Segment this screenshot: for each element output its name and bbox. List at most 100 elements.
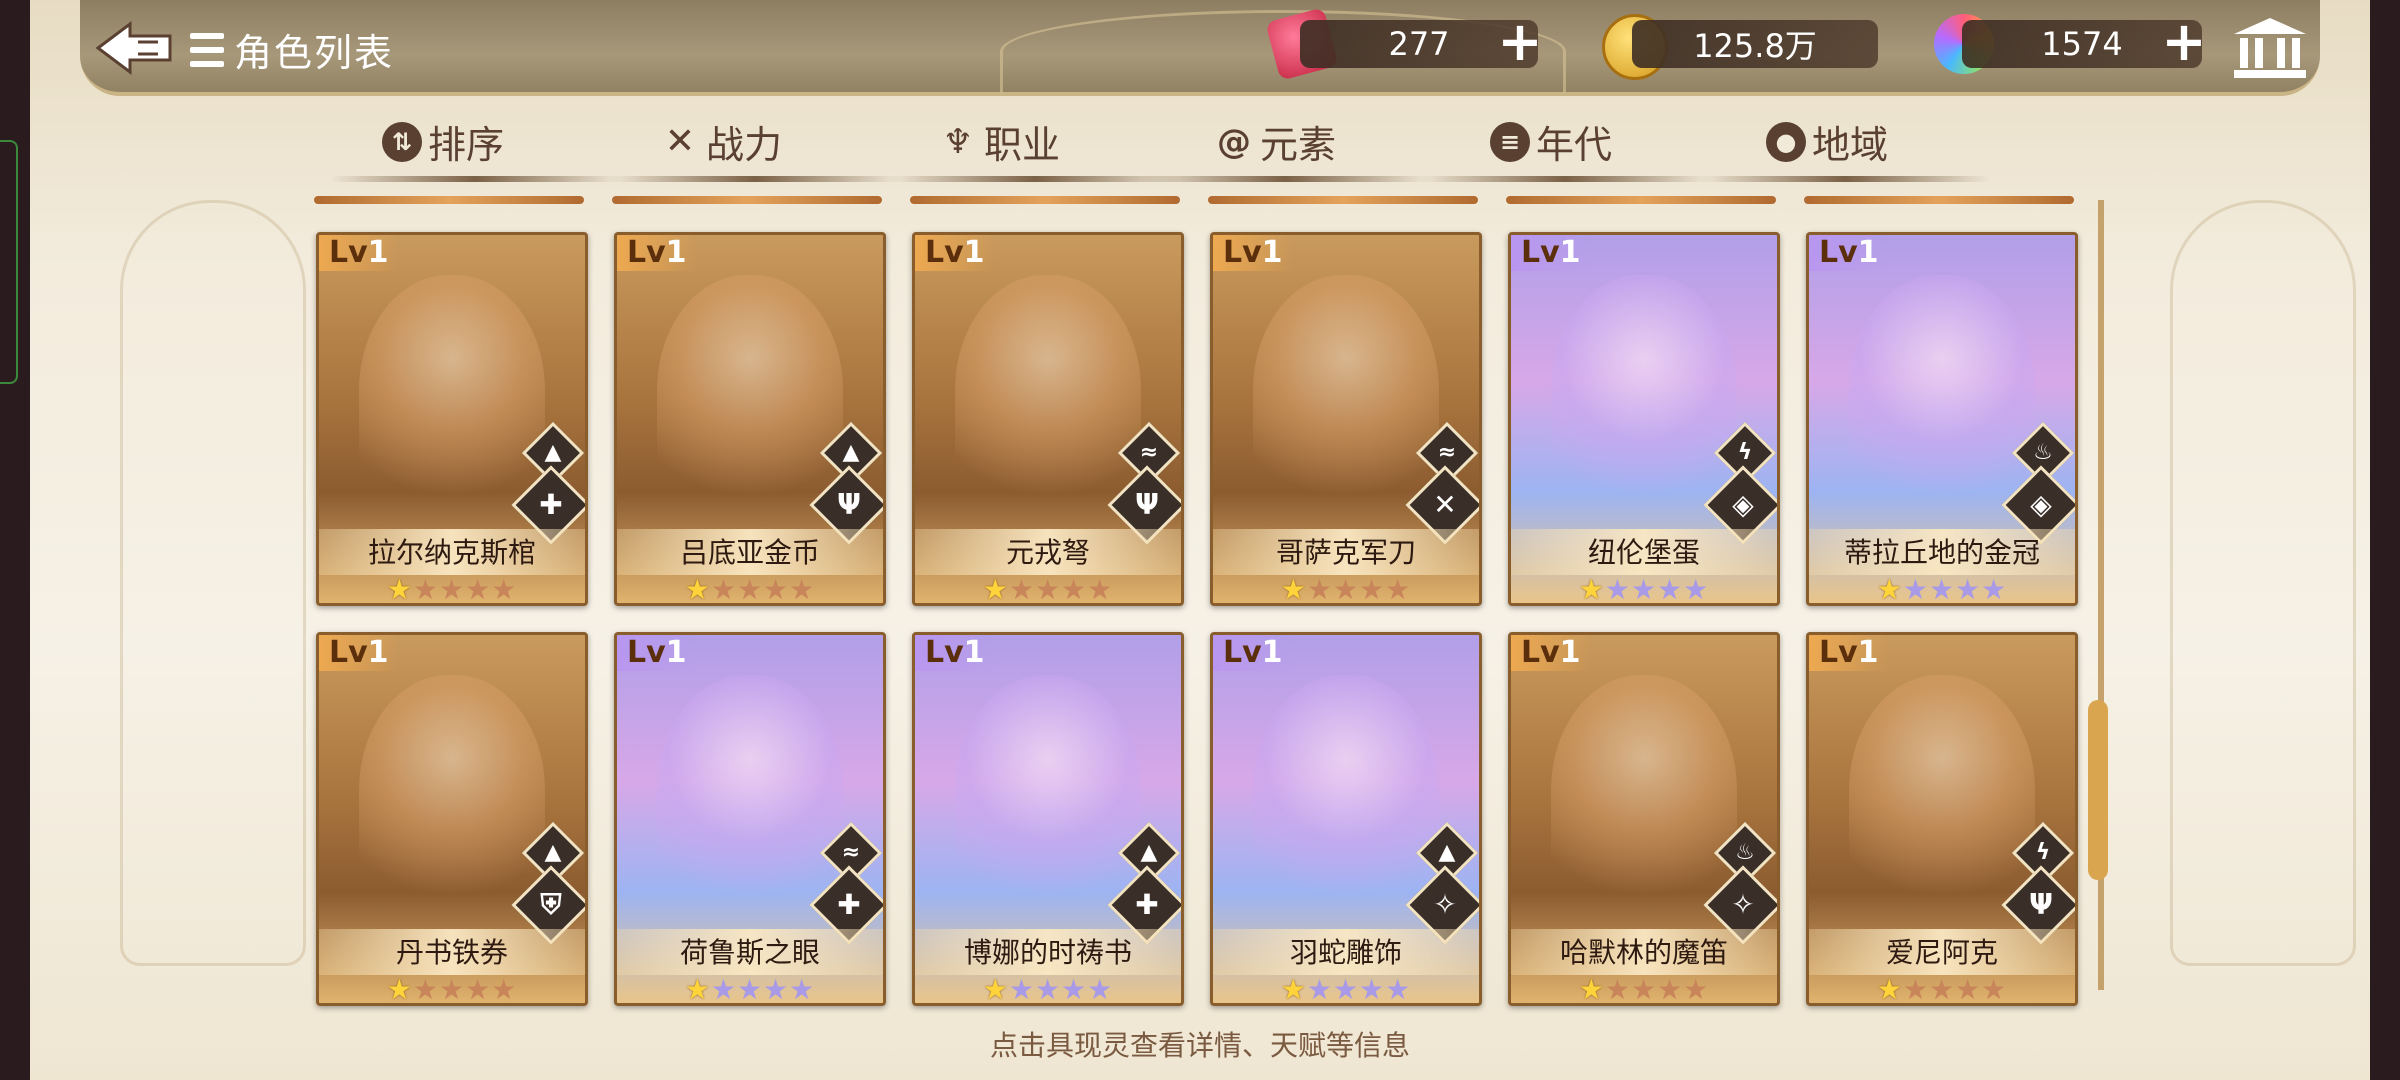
level-label: Lv1: [1809, 235, 1889, 271]
add-gem-button[interactable]: +: [2160, 15, 2208, 69]
tab-element[interactable]: @ 元素: [1214, 114, 1336, 169]
star-empty-icon: ★: [1630, 973, 1658, 1006]
gold-counter: 125.8万: [1632, 20, 1878, 68]
tab-power[interactable]: ✕ 战力: [660, 114, 782, 169]
star-empty-icon: ★: [1683, 973, 1710, 1006]
star-empty-icon: ★: [1359, 973, 1386, 1006]
star-empty-icon: ★: [1061, 973, 1088, 1006]
character-portrait: [359, 675, 545, 915]
level-label: Lv1: [1809, 635, 1889, 671]
level-label: Lv1: [915, 235, 995, 271]
level-label: Lv1: [319, 235, 399, 271]
page-title: 角色列表: [234, 31, 395, 75]
star-empty-icon: ★: [1332, 973, 1360, 1006]
rarity-stars: ★★★★★: [617, 973, 883, 1006]
character-card[interactable]: Lv1 ♨ ◈ 蒂拉丘地的金冠 ★★★★★: [1806, 232, 2078, 606]
rarity-stars: ★★★★★: [1511, 573, 1777, 606]
tab-label: 地域: [1812, 123, 1889, 167]
decorative-pillar-left: [120, 200, 306, 966]
level-label: Lv1: [915, 635, 995, 671]
character-portrait: [1551, 675, 1737, 915]
character-card[interactable]: Lv1 ϟ Ψ 爱尼阿克 ★★★★★: [1806, 632, 2078, 1006]
level-prefix: Lv: [1819, 635, 1858, 670]
star-empty-icon: ★: [763, 973, 790, 1006]
back-button[interactable]: [92, 18, 176, 78]
card-edge: [1804, 196, 2074, 204]
card-edge: [1506, 196, 1776, 204]
character-portrait: [955, 275, 1141, 515]
level-prefix: Lv: [627, 235, 666, 270]
bank-button[interactable]: [2232, 16, 2308, 80]
character-portrait: [1253, 275, 1439, 515]
character-card[interactable]: Lv1 ≈ ✕ 哥萨克军刀 ★★★★★: [1210, 232, 1482, 606]
tab-region[interactable]: ● 地域: [1766, 114, 1888, 169]
star-filled-icon: ★: [1280, 573, 1307, 606]
tab-sort[interactable]: ⇅ 排序: [382, 114, 504, 169]
tab-underline: [890, 176, 1180, 182]
tab-era[interactable]: ≡ 年代: [1490, 114, 1612, 169]
character-card[interactable]: Lv1 ▲ ✧ 羽蛇雕饰 ★★★★★: [1210, 632, 1482, 1006]
star-empty-icon: ★: [1008, 973, 1035, 1006]
character-portrait: [955, 675, 1141, 915]
gold-value: 125.8万: [1693, 27, 1817, 65]
star-empty-icon: ★: [438, 973, 466, 1006]
star-empty-icon: ★: [1087, 973, 1114, 1006]
star-empty-icon: ★: [1332, 573, 1360, 606]
character-card[interactable]: Lv1 ▲ ✚ 博娜的时祷书 ★★★★★: [912, 632, 1184, 1006]
character-card[interactable]: Lv1 ϟ ◈ 纽伦堡蛋 ★★★★★: [1508, 232, 1780, 606]
star-empty-icon: ★: [1981, 573, 2008, 606]
level-prefix: Lv: [329, 235, 368, 270]
tab-label: 年代: [1536, 123, 1613, 167]
star-empty-icon: ★: [1955, 573, 1982, 606]
character-card[interactable]: Lv1 ≈ Ψ 元戎弩 ★★★★★: [912, 232, 1184, 606]
character-card[interactable]: Lv1 ▲ ⛨ 丹书铁券 ★★★★★: [316, 632, 588, 1006]
level-label: Lv1: [617, 235, 697, 271]
rarity-stars: ★★★★★: [319, 573, 585, 606]
add-stamina-button[interactable]: +: [1496, 15, 1544, 69]
star-empty-icon: ★: [412, 973, 439, 1006]
stamina-counter: 277 +: [1300, 15, 1543, 69]
star-empty-icon: ★: [1928, 573, 1956, 606]
level-prefix: Lv: [925, 635, 964, 670]
back-arrow-icon: [95, 21, 172, 75]
character-name: 丹书铁券: [395, 936, 508, 969]
star-empty-icon: ★: [412, 573, 439, 606]
star-empty-icon: ★: [1087, 573, 1114, 606]
star-empty-icon: ★: [736, 973, 764, 1006]
character-card[interactable]: Lv1 ▲ Ψ 吕底亚金币 ★★★★★: [614, 232, 886, 606]
calendar-icon: ≡: [1490, 121, 1530, 162]
scrollbar-thumb[interactable]: [2088, 700, 2108, 880]
star-empty-icon: ★: [1359, 573, 1386, 606]
character-card[interactable]: Lv1 ≈ ✚ 荷鲁斯之眼 ★★★★★: [614, 632, 886, 1006]
level-label: Lv1: [1213, 235, 1293, 271]
tab-underline: [1140, 176, 1430, 182]
rarity-stars: ★★★★★: [1809, 973, 2075, 1003]
card-edge: [910, 196, 1180, 204]
footer-hint: 点击具现灵查看详情、天赋等信息: [989, 1029, 1410, 1062]
star-empty-icon: ★: [1008, 573, 1035, 606]
tab-underline: [1700, 176, 1990, 182]
character-name: 爱尼阿克: [1885, 936, 1998, 969]
star-empty-icon: ★: [763, 573, 790, 606]
level-label: Lv1: [617, 635, 697, 671]
list-icon: [190, 32, 224, 67]
star-empty-icon: ★: [1385, 973, 1412, 1006]
star-filled-icon: ★: [982, 573, 1009, 606]
level-prefix: Lv: [329, 635, 368, 670]
star-empty-icon: ★: [1902, 573, 1929, 606]
character-portrait: [359, 275, 545, 515]
level-prefix: Lv: [627, 635, 666, 670]
character-card[interactable]: Lv1 ♨ ✧ 哈默林的魔笛 ★★★★★: [1508, 632, 1780, 1006]
star-empty-icon: ★: [1306, 573, 1333, 606]
character-name: 荷鲁斯之眼: [679, 936, 820, 969]
star-empty-icon: ★: [491, 973, 518, 1006]
star-filled-icon: ★: [684, 573, 711, 606]
character-name: 拉尔纳克斯棺: [367, 536, 536, 569]
character-card[interactable]: Lv1 ▲ ✚ 拉尔纳克斯棺 ★★★★★: [316, 232, 588, 606]
card-edge: [612, 196, 882, 204]
tab-underline: [610, 176, 900, 182]
tab-class[interactable]: ♆ 职业: [938, 114, 1060, 169]
star-empty-icon: ★: [1034, 973, 1062, 1006]
rarity-stars: ★★★★★: [915, 973, 1181, 1006]
star-empty-icon: ★: [1657, 573, 1684, 606]
